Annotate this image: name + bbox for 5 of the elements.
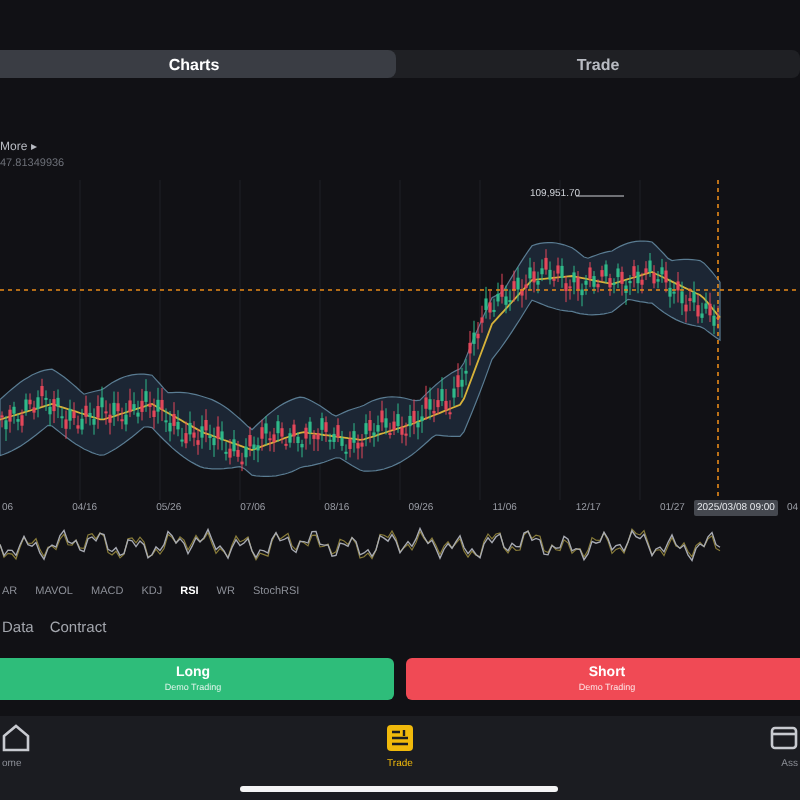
view-tab[interactable]: Trade: [396, 50, 800, 79]
list-icon: [386, 724, 414, 753]
home-icon: [2, 724, 30, 753]
wallet-icon: [770, 724, 798, 753]
view-tab[interactable]: Charts: [0, 50, 396, 79]
